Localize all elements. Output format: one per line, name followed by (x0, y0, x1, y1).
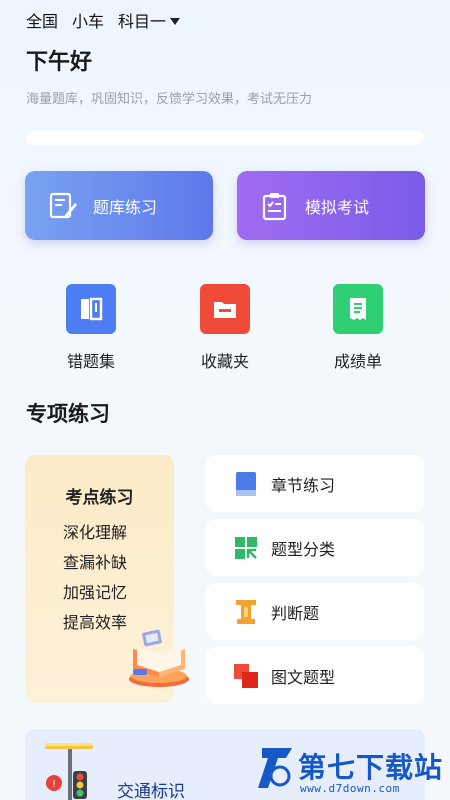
subject-label: 科目一 (118, 12, 167, 31)
traffic-light-icon: ! (45, 743, 93, 800)
true-false-label: 判断题 (271, 603, 320, 623)
grid-green-icon (233, 535, 259, 561)
image-text-label: 图文题型 (271, 667, 336, 687)
site-watermark: 第七下载站 www.d7down.com (252, 742, 448, 798)
wrong-questions-link[interactable]: 错题集 (46, 284, 136, 372)
question-bank-button[interactable]: 题库练习 (25, 171, 213, 240)
key-point-title: 考点练习 (65, 488, 134, 508)
clipboard-icon (259, 190, 291, 222)
benefit-line: 加强记忆 (63, 583, 128, 602)
pillar-orange-icon (233, 599, 259, 625)
mock-exam-button[interactable]: 模拟考试 (237, 171, 425, 240)
chapter-practice-label: 章节练习 (271, 475, 336, 495)
svg-text:!: ! (52, 779, 56, 790)
book-blue-icon (233, 471, 259, 497)
benefit-line: 提高效率 (63, 613, 128, 632)
watermark-brand: 第七下载站 (298, 751, 444, 784)
question-bank-label: 题库练习 (93, 197, 158, 217)
notice-card (26, 131, 424, 145)
benefit-line: 查漏补缺 (63, 553, 128, 572)
chapter-practice-button[interactable]: 章节练习 (206, 455, 424, 512)
receipt-icon (333, 284, 383, 334)
question-type-label: 题型分类 (271, 539, 336, 559)
squares-red-icon (233, 663, 259, 689)
score-report-link[interactable]: 成绩单 (313, 284, 403, 372)
image-text-button[interactable]: 图文题型 (206, 647, 424, 704)
section-title: 专项练习 (26, 402, 110, 426)
key-point-practice-card[interactable]: 考点练习 深化理解 查漏补缺 加强记忆 提高效率 (25, 455, 189, 703)
favorites-label: 收藏夹 (200, 352, 249, 371)
subject-selector[interactable]: 科目一 (118, 8, 181, 32)
wrong-questions-label: 错题集 (66, 352, 115, 371)
location-bar: 全国 小车 科目一 (26, 8, 181, 32)
open-book-illustration (129, 629, 189, 687)
slogan-text: 海量题库，巩固知识，反馈学习效果，考试无压力 (26, 92, 313, 107)
question-type-button[interactable]: 题型分类 (206, 519, 424, 576)
true-false-button[interactable]: 判断题 (206, 583, 424, 640)
benefit-line: 深化理解 (63, 523, 128, 542)
greeting-title: 下午好 (26, 50, 93, 75)
folder-icon (200, 284, 250, 334)
book-icon (66, 284, 116, 334)
watermark-url: www.d7down.com (300, 782, 400, 795)
watermark-logo-icon (258, 748, 292, 788)
edit-doc-icon (47, 190, 79, 222)
region-selector[interactable]: 全国 (26, 8, 58, 32)
vehicle-selector[interactable]: 小车 (72, 8, 104, 32)
key-point-benefits: 深化理解 查漏补缺 加强记忆 提高效率 (63, 519, 127, 633)
mock-exam-label: 模拟考试 (305, 197, 370, 217)
traffic-signs-label: 交通标识 (117, 782, 185, 800)
favorites-link[interactable]: 收藏夹 (180, 284, 270, 372)
caret-down-icon (170, 17, 181, 25)
score-report-label: 成绩单 (333, 352, 382, 371)
